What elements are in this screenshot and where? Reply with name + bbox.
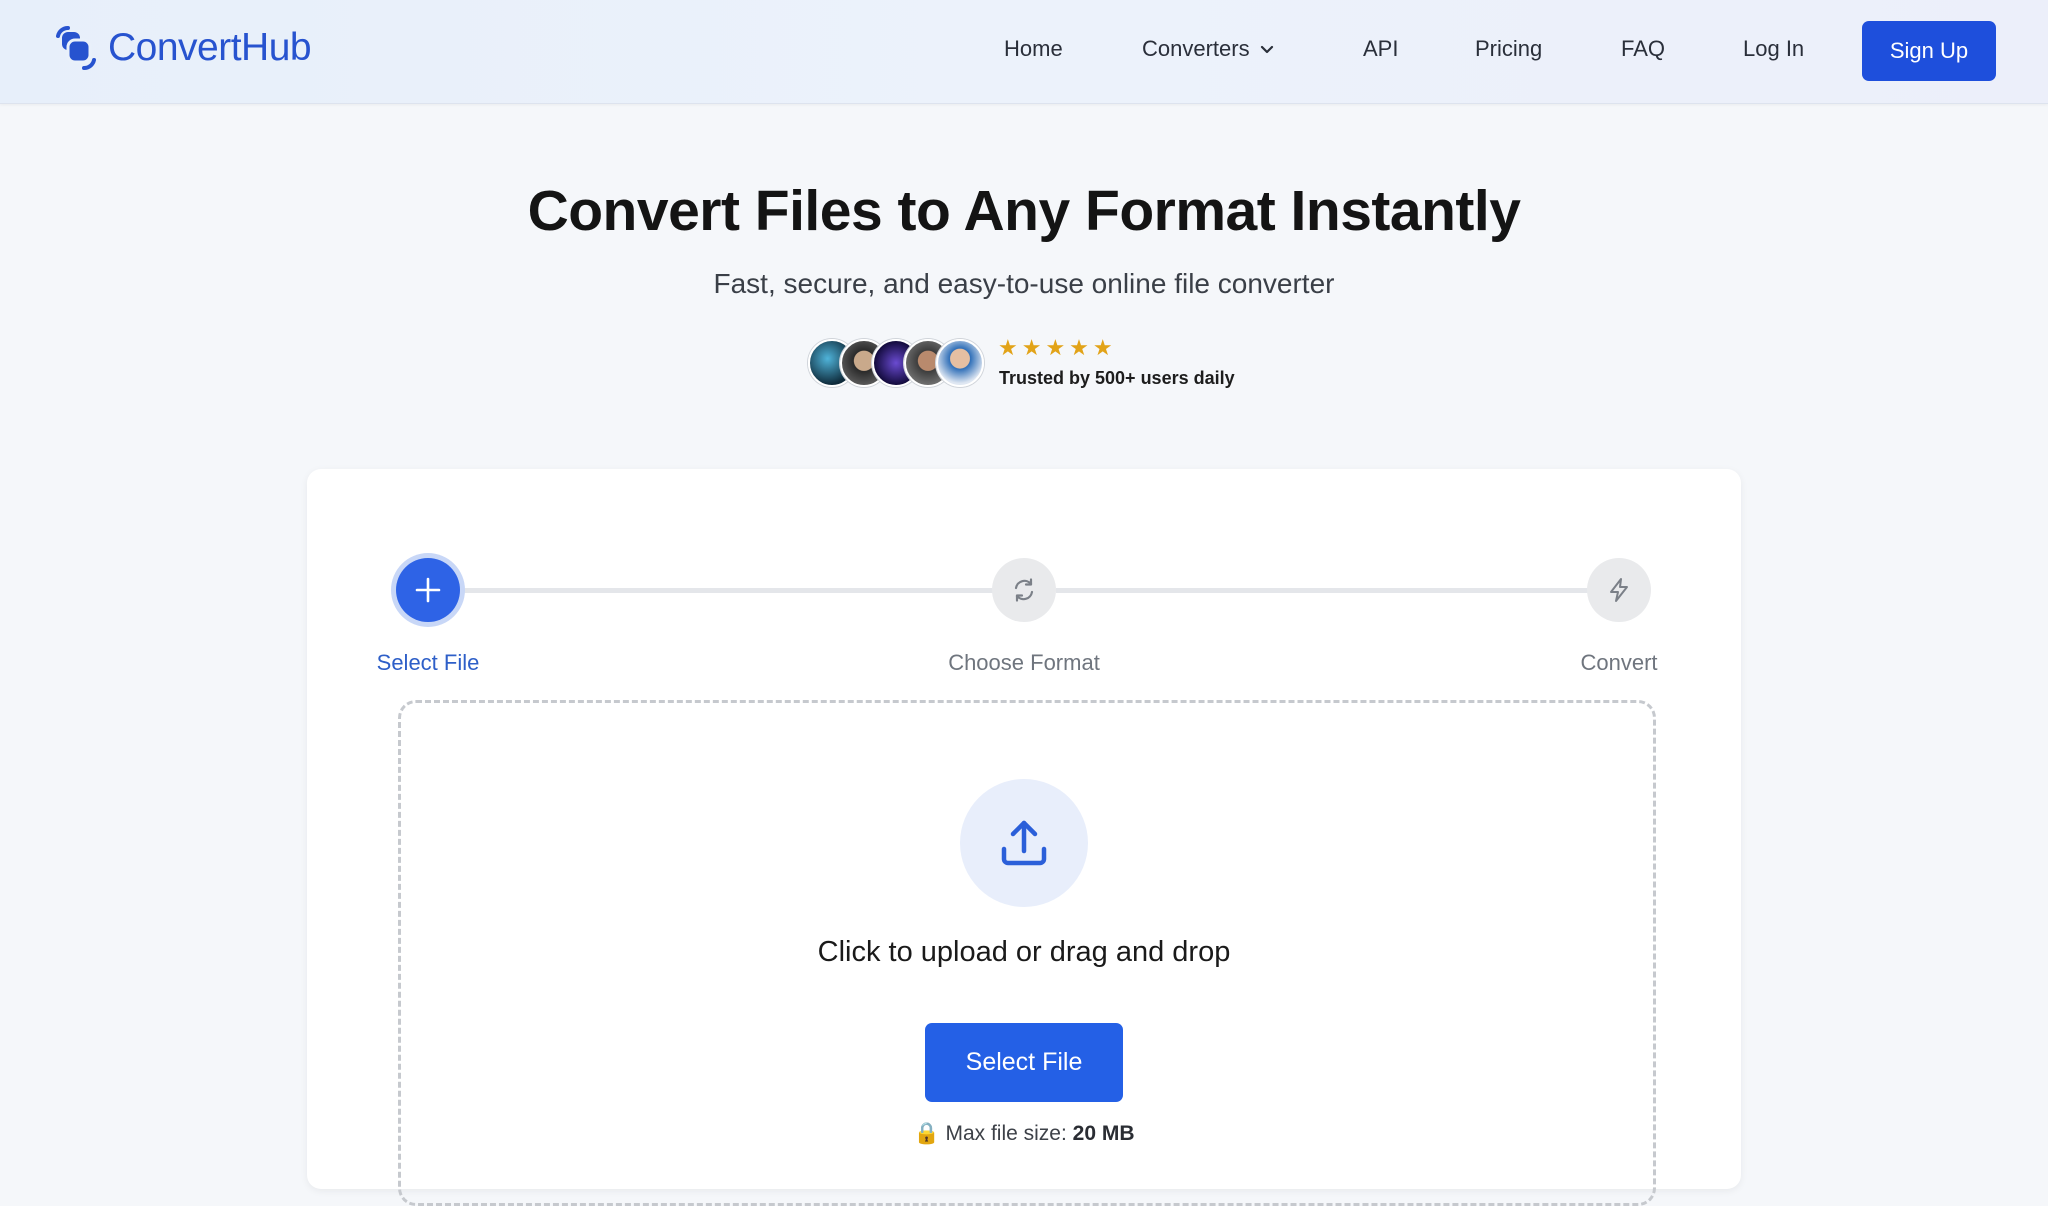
page-subtitle: Fast, secure, and easy-to-use online fil… (713, 268, 1335, 299)
lock-icon: 🔒 (913, 1122, 940, 1145)
nav-api[interactable]: API (1363, 36, 1398, 62)
nav-pricing[interactable]: Pricing (1475, 36, 1542, 62)
page-title: Convert Files to Any Format Instantly (527, 179, 1521, 243)
lightning-icon (1610, 578, 1628, 602)
chevron-down-icon (1260, 46, 1273, 54)
nav-home[interactable]: Home (1004, 36, 1063, 62)
rating-stars: ★★★★★ (998, 335, 1117, 360)
max-size-value: 20 MB (1072, 1122, 1135, 1145)
step-choose-format[interactable] (992, 558, 1056, 622)
brand-logo[interactable]: ConvertHub (52, 24, 312, 72)
signup-button[interactable]: Sign Up (1862, 21, 1996, 81)
step-select-file[interactable] (396, 558, 460, 622)
step-label: Select File (376, 650, 480, 675)
max-file-size: 🔒 Max file size: 20 MB (0, 1122, 2048, 1146)
upload-icon (1001, 820, 1047, 866)
plus-icon (415, 577, 441, 603)
nav-faq[interactable]: FAQ (1621, 36, 1665, 62)
step-label: Choose Format (948, 650, 1100, 675)
avatar (936, 339, 984, 387)
nav-login[interactable]: Log In (1743, 36, 1804, 62)
upload-badge[interactable] (960, 779, 1088, 907)
max-size-label: Max file size: (945, 1122, 1067, 1145)
refresh-icon (1014, 578, 1034, 602)
select-file-button[interactable]: Select File (925, 1023, 1123, 1102)
step-connector (1056, 588, 1594, 593)
nav-converters[interactable]: Converters (1142, 36, 1274, 62)
step-connector (462, 588, 1000, 593)
step-convert[interactable] (1587, 558, 1651, 622)
top-navbar: ConvertHub Home Converters API Pricing F… (0, 0, 2048, 104)
nav-converters-label: Converters (1142, 36, 1250, 61)
convert-logo-icon (56, 26, 96, 70)
trusted-text: Trusted by 500+ users daily (999, 368, 1235, 388)
brand-name: ConvertHub (108, 26, 312, 69)
step-label: Convert (1580, 650, 1658, 675)
upload-prompt: Click to upload or drag and drop (817, 936, 1231, 968)
